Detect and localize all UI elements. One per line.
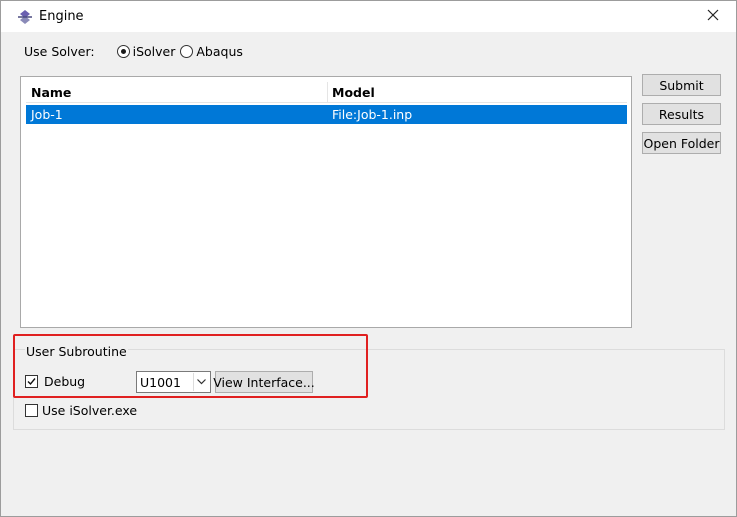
close-icon: [707, 9, 719, 24]
use-isolver-exe-checkbox[interactable]: [25, 404, 38, 417]
app-icon: [17, 9, 33, 25]
submit-button[interactable]: Submit: [642, 74, 721, 96]
title-bar: Engine: [1, 1, 736, 32]
window-title: Engine: [39, 9, 84, 24]
radio-label-isolver: iSolver: [132, 43, 176, 59]
list-item[interactable]: Job-1 File:Job-1.inp: [26, 105, 627, 124]
column-header-name[interactable]: Name: [31, 85, 71, 100]
window-bottom-edge: [1, 510, 736, 516]
solver-selector: Use Solver: iSolver Abaqus: [24, 42, 248, 60]
use-isolver-exe-row[interactable]: Use iSolver.exe: [25, 403, 137, 418]
list-header: Name Model: [26, 82, 627, 103]
radio-isolver[interactable]: iSolver: [116, 43, 176, 59]
results-button[interactable]: Results: [642, 103, 721, 125]
radio-button-abaqus[interactable]: [180, 44, 194, 58]
open-folder-button[interactable]: Open Folder: [642, 132, 721, 154]
column-divider[interactable]: [327, 82, 328, 102]
radio-abaqus[interactable]: Abaqus: [180, 44, 243, 59]
job-model-cell: File:Job-1.inp: [332, 107, 413, 122]
job-list[interactable]: Name Model Job-1 File:Job-1.inp: [20, 76, 632, 328]
job-name-cell: Job-1: [31, 107, 63, 122]
radio-button-isolver[interactable]: [116, 44, 130, 58]
highlight-box: [13, 334, 368, 398]
radio-label-abaqus: Abaqus: [196, 43, 243, 59]
close-button[interactable]: [690, 1, 736, 32]
solver-label: Use Solver:: [24, 43, 95, 59]
column-header-model[interactable]: Model: [332, 85, 375, 100]
use-isolver-exe-label: Use iSolver.exe: [42, 403, 138, 418]
engine-window: Engine Use Solver: iSolver Abaqus Name M…: [0, 0, 737, 517]
